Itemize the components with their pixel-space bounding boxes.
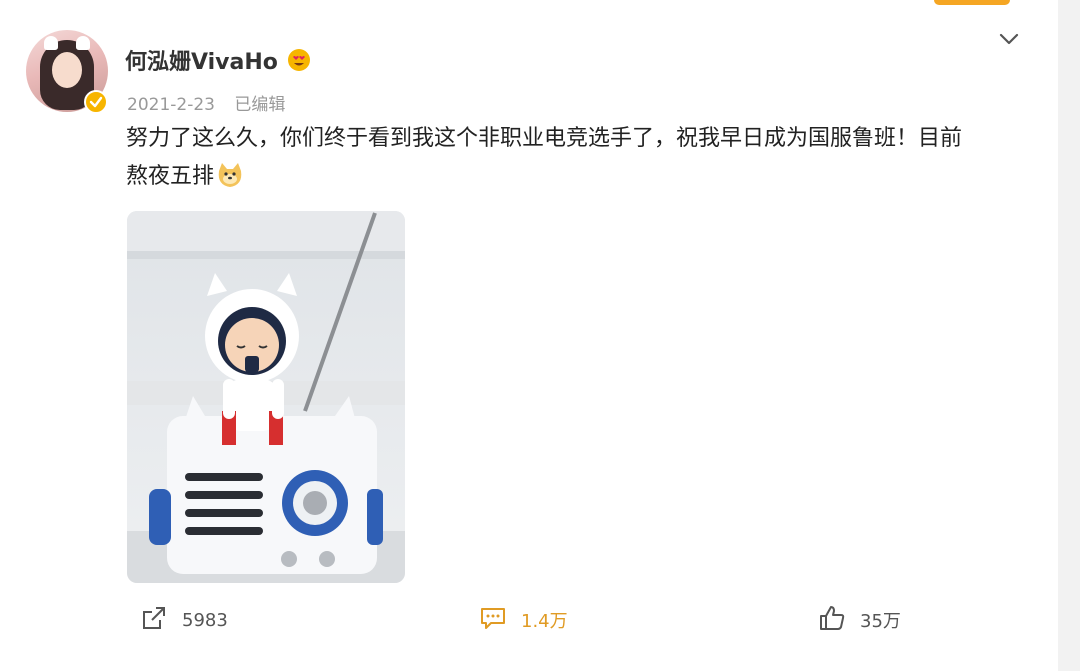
- comment-icon: [479, 604, 521, 637]
- heart-eyes-emoji-icon: [287, 48, 311, 72]
- avatar-ear-left: [44, 36, 58, 50]
- repost-count: 5983: [182, 609, 228, 631]
- post-text: 努力了这么久，你们终于看到我这个非职业电竞选手了，祝我早日成为国服鲁班！目前 熬…: [126, 120, 1026, 196]
- thumbs-up-icon: [818, 604, 860, 637]
- post-text-line-2: 熬夜五排: [126, 158, 1026, 196]
- chevron-down-icon[interactable]: [996, 26, 1022, 52]
- post-text-line-2-content: 熬夜五排: [126, 164, 215, 189]
- like-button[interactable]: 35万: [818, 595, 901, 645]
- verified-badge-icon: [84, 90, 108, 114]
- edited-label: 已编辑: [234, 95, 286, 115]
- weibo-post-card: 何泓姗VivaHo 2021-2-23 已编辑 努力了这么久，你们终于看到我这个…: [0, 0, 1058, 671]
- post-image[interactable]: [127, 211, 405, 583]
- avatar-face: [52, 52, 82, 88]
- post-action-bar: 5983 1.4万 35万: [0, 595, 1058, 645]
- post-text-line-1: 努力了这么久，你们终于看到我这个非职业电竞选手了，祝我早日成为国服鲁班！目前: [126, 126, 963, 151]
- post-meta: 2021-2-23 已编辑: [127, 90, 299, 115]
- doge-emoji-icon: [216, 161, 244, 189]
- avatar-ear-right: [76, 36, 90, 50]
- like-count: 35万: [860, 611, 901, 632]
- repost-button[interactable]: 5983: [140, 595, 228, 645]
- post-date[interactable]: 2021-2-23: [127, 95, 215, 115]
- author-name[interactable]: 何泓姗VivaHo: [125, 44, 278, 76]
- comment-button[interactable]: 1.4万: [479, 595, 568, 645]
- top-accent-bar: [934, 0, 1010, 5]
- share-icon: [140, 604, 182, 637]
- comment-count: 1.4万: [521, 611, 568, 632]
